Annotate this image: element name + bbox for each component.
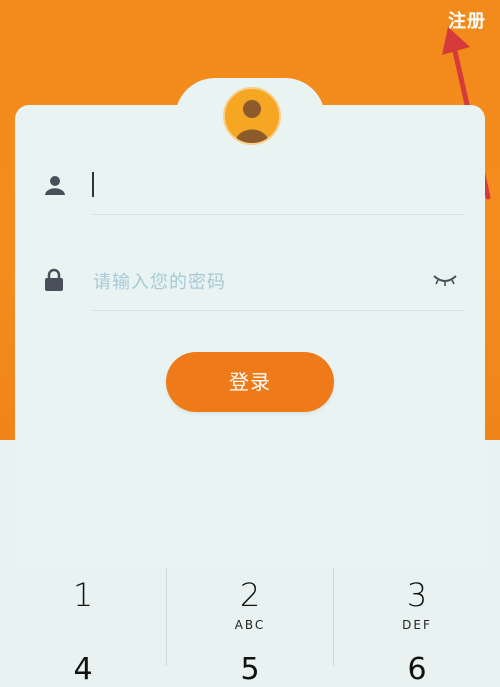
key-4[interactable]: 4 (0, 568, 166, 687)
key-number: 4 (73, 652, 93, 687)
avatar-icon (223, 87, 281, 145)
lock-icon (45, 268, 63, 291)
username-underline (92, 214, 464, 215)
key-5[interactable]: 5 (167, 568, 333, 687)
password-underline (92, 310, 464, 311)
numeric-keyboard: 1 2 ABC 3 DEF 4 5 6 (0, 568, 500, 687)
username-input[interactable] (92, 172, 94, 197)
eye-closed-icon[interactable] (432, 272, 458, 286)
login-button[interactable]: 登录 (166, 352, 334, 412)
user-icon (45, 176, 65, 195)
key-6[interactable]: 6 (334, 568, 500, 687)
key-number: 6 (407, 652, 427, 687)
key-number: 5 (240, 652, 260, 687)
password-input[interactable]: 请输入您的密码 (93, 268, 226, 294)
